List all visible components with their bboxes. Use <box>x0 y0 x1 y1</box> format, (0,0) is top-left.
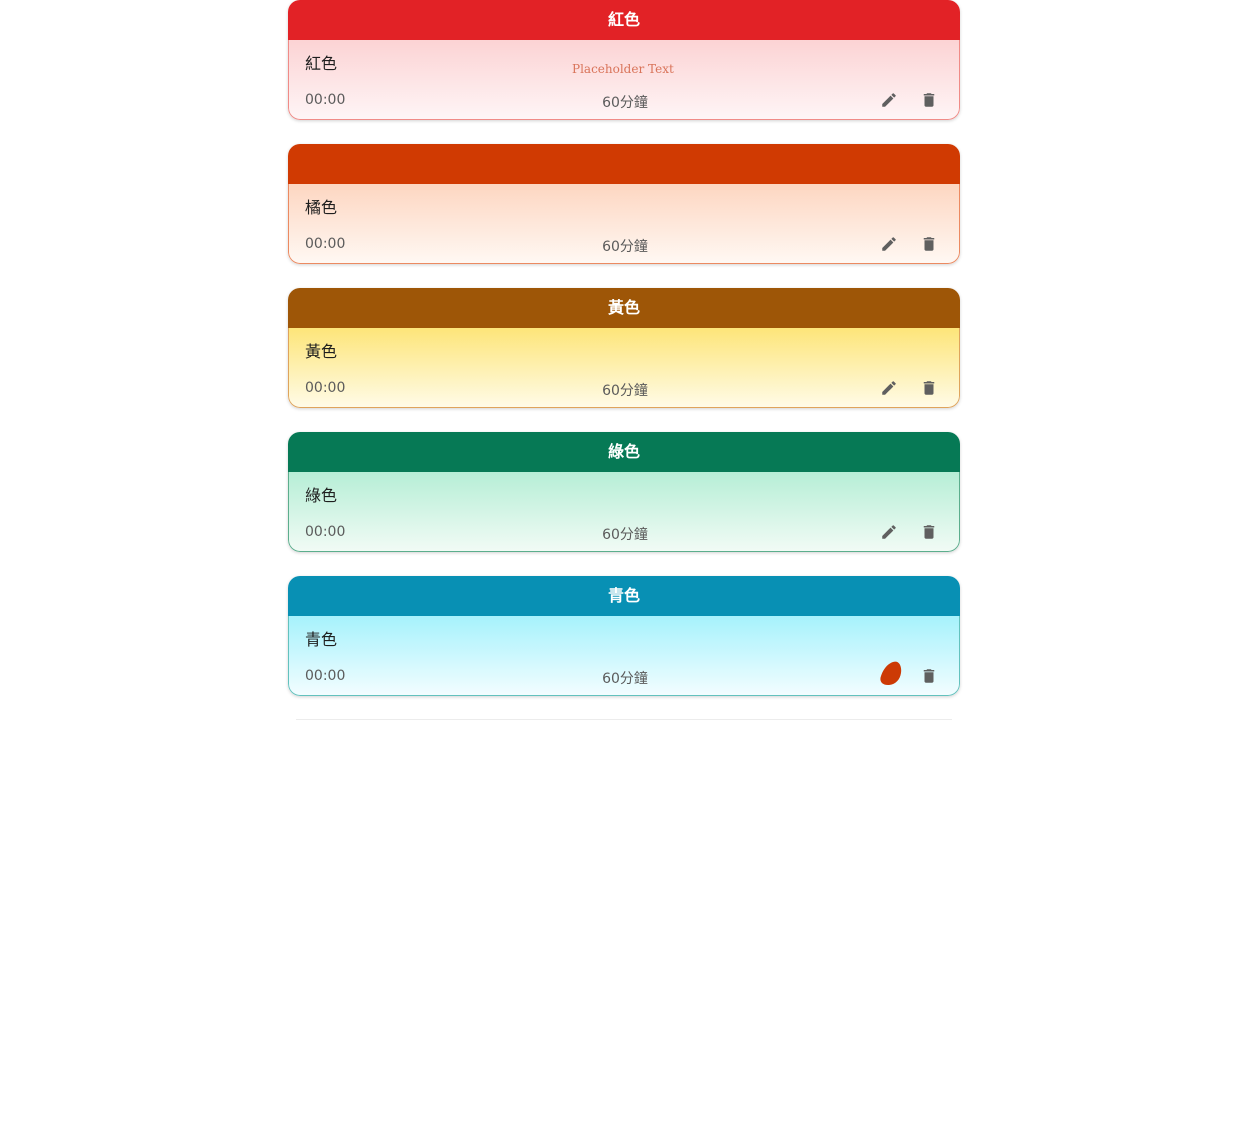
edit-button[interactable] <box>877 376 901 400</box>
delete-button[interactable] <box>917 232 941 256</box>
color-blob-cursor[interactable] <box>879 660 903 686</box>
card-body: 綠色 00:00 60分鐘 <box>288 472 960 552</box>
card-duration: 60分鐘 <box>602 239 648 255</box>
trash-icon <box>923 93 935 107</box>
card-header: 青色 <box>288 576 960 616</box>
card-title: 綠色 <box>305 486 338 505</box>
pencil-icon <box>882 93 896 107</box>
card-orange[interactable]: 橘色 00:00 60分鐘 <box>288 144 960 264</box>
trash-icon <box>923 525 935 539</box>
edit-button[interactable] <box>877 88 901 112</box>
card-header: 綠色 <box>288 432 960 472</box>
card-red[interactable]: 紅色 紅色 Placeholder Text 00:00 60分鐘 <box>288 0 960 120</box>
card-title: 橘色 <box>305 198 338 217</box>
pencil-icon <box>882 381 896 395</box>
card-list: 紅色 紅色 Placeholder Text 00:00 60分鐘 橘色 00:… <box>288 0 960 720</box>
delete-button[interactable] <box>917 88 941 112</box>
card-body: 青色 00:00 60分鐘 <box>288 616 960 696</box>
card-header <box>288 144 960 184</box>
card-title: 青色 <box>305 630 338 649</box>
card-body: 紅色 Placeholder Text 00:00 60分鐘 <box>288 40 960 120</box>
trash-icon <box>923 381 935 395</box>
card-duration: 60分鐘 <box>602 527 648 543</box>
card-title: 紅色 <box>305 54 338 73</box>
delete-button[interactable] <box>917 376 941 400</box>
trash-icon <box>923 669 935 683</box>
card-duration: 60分鐘 <box>602 383 648 399</box>
pencil-icon <box>882 237 896 251</box>
card-header: 紅色 <box>288 0 960 40</box>
card-duration: 60分鐘 <box>602 671 648 687</box>
card-duration: 60分鐘 <box>602 95 648 111</box>
card-green[interactable]: 綠色 綠色 00:00 60分鐘 <box>288 432 960 552</box>
delete-button[interactable] <box>917 664 941 688</box>
edit-button[interactable] <box>877 232 901 256</box>
delete-button[interactable] <box>917 520 941 544</box>
pencil-icon <box>882 525 896 539</box>
card-title: 黃色 <box>305 342 338 361</box>
trash-icon <box>923 237 935 251</box>
card-header: 黃色 <box>288 288 960 328</box>
list-divider <box>296 719 952 720</box>
card-yellow[interactable]: 黃色 黃色 00:00 60分鐘 <box>288 288 960 408</box>
card-body: 橘色 00:00 60分鐘 <box>288 184 960 264</box>
edit-button[interactable] <box>877 520 901 544</box>
placeholder-text: Placeholder Text <box>572 62 674 76</box>
card-cyan[interactable]: 青色 青色 00:00 60分鐘 <box>288 576 960 696</box>
card-body: 黃色 00:00 60分鐘 <box>288 328 960 408</box>
